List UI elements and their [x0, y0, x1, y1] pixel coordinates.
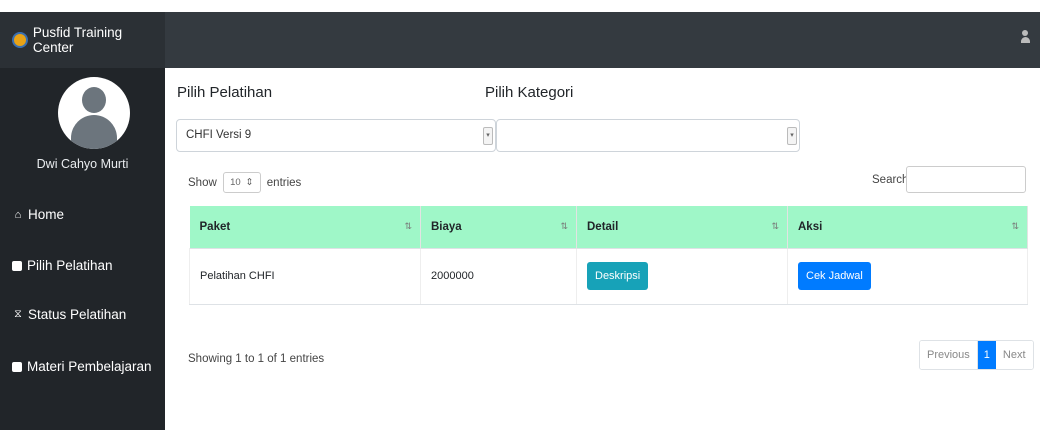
cek-jadwal-button[interactable]: Cek Jadwal [798, 262, 871, 290]
logo-icon [12, 32, 28, 48]
table-header-row: Paket ⇅ Biaya ⇅ Detail ⇅ Aksi ⇅ [189, 206, 1028, 248]
entries-length-value: 10 [230, 177, 241, 188]
sort-updown-icon: ⇕ [245, 177, 254, 188]
table-row: Pelatihan CHFI 2000000 Deskripsi Cek Jad… [189, 247, 1028, 305]
pelatihan-select[interactable]: CHFI Versi 9 ▾ [176, 119, 496, 152]
entries-label: entries [266, 176, 302, 189]
col-header-detail[interactable]: Detail ⇅ [576, 206, 788, 248]
plus-square-icon [12, 260, 22, 271]
main-content: Pilih Pelatihan Pilih Kategori CHFI Vers… [165, 68, 1040, 430]
pelatihan-select-value: CHFI Versi 9 [186, 129, 252, 141]
sidebar-item-label: Status Pelatihan [28, 307, 127, 322]
col-header-label: Aksi [798, 220, 823, 233]
col-header-label: Biaya [431, 220, 462, 233]
sort-icon: ⇅ [560, 221, 568, 231]
top-navbar: Pusfid Training Center [0, 12, 1040, 68]
col-header-paket[interactable]: Paket ⇅ [189, 206, 421, 248]
search-input[interactable] [906, 166, 1026, 193]
hourglass-icon: ⧖ [14, 308, 22, 320]
page-1-button[interactable]: 1 [977, 341, 996, 369]
cell-detail: Deskripsi [576, 247, 788, 305]
sort-icon: ⇅ [771, 221, 779, 231]
col-header-label: Detail [587, 220, 619, 233]
pilih-kategori-label: Pilih Kategori [485, 84, 574, 101]
home-icon: ⌂ [14, 208, 22, 221]
kategori-select[interactable]: ▾ [496, 119, 800, 152]
user-icon[interactable] [1020, 30, 1030, 48]
cell-biaya: 2000000 [420, 247, 577, 305]
show-label: Show [188, 176, 217, 189]
book-icon [12, 361, 22, 372]
cell-aksi: Cek Jadwal [787, 247, 1028, 305]
sidebar-item-materi-pembelajaran[interactable]: Materi Pembelajaran [12, 359, 152, 374]
sidebar-item-home[interactable]: ⌂ Home [12, 207, 64, 222]
username: Dwi Cahyo Murti [36, 157, 129, 171]
sidebar-item-label: Materi Pembelajaran [27, 359, 152, 374]
brand[interactable]: Pusfid Training Center [0, 12, 165, 68]
col-header-biaya[interactable]: Biaya ⇅ [420, 206, 577, 248]
previous-button[interactable]: Previous [920, 341, 978, 369]
data-table: Paket ⇅ Biaya ⇅ Detail ⇅ Aksi ⇅ Pelatihan CH… [189, 206, 1028, 305]
chevron-down-icon: ▾ [787, 127, 797, 145]
sidebar-item-label: Pilih Pelatihan [27, 258, 113, 273]
entries-control: Show 10 ⇕ entries [188, 172, 301, 193]
sidebar-item-label: Home [28, 207, 65, 222]
pilih-pelatihan-label: Pilih Pelatihan [177, 84, 273, 101]
cell-paket: Pelatihan CHFI [189, 247, 421, 305]
chevron-down-icon: ▾ [483, 127, 493, 145]
next-button[interactable]: Next [995, 341, 1033, 369]
deskripsi-button[interactable]: Deskripsi [587, 262, 649, 290]
sidebar-item-status-pelatihan[interactable]: ⧖ Status Pelatihan [12, 307, 126, 322]
entries-length-select[interactable]: 10 ⇕ [222, 172, 261, 193]
sort-icon: ⇅ [1011, 221, 1019, 231]
sort-icon: ⇅ [404, 221, 412, 231]
avatar [58, 77, 130, 149]
pagination: Previous 1 Next [919, 340, 1034, 370]
col-header-label: Paket [199, 220, 231, 233]
table-info: Showing 1 to 1 of 1 entries [188, 353, 325, 365]
app-title: Pusfid Training Center [32, 25, 123, 55]
col-header-aksi[interactable]: Aksi ⇅ [787, 206, 1028, 248]
sidebar: Dwi Cahyo Murti ⌂ Home Pilih Pelatihan ⧖… [0, 68, 165, 430]
sidebar-item-pilih-pelatihan[interactable]: Pilih Pelatihan [12, 258, 113, 273]
